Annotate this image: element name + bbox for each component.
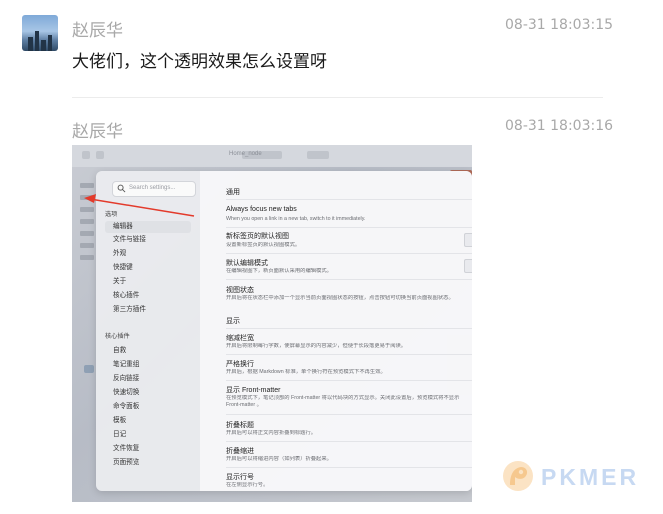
pkmer-watermark: PKMER	[501, 459, 651, 495]
screenshot-image[interactable]: Home_node Search settings... 选项 编辑器 文件与链…	[72, 145, 472, 502]
red-annotation-arrow	[84, 194, 195, 217]
message-text[interactable]: 大佬们，这个透明效果怎么设置呀	[72, 47, 327, 72]
message-timestamp: 08-31 18:03:16	[505, 118, 614, 134]
message-timestamp: 08-31 18:03:15	[505, 17, 614, 33]
pkmer-logo-icon	[503, 461, 533, 491]
chat-message: 赵辰华 08-31 18:03:15 大佬们，这个透明效果怎么设置呀	[0, 0, 663, 98]
avatar[interactable]	[22, 15, 58, 51]
sender-name: 赵辰华	[72, 21, 123, 40]
watermark-text: PKMER	[541, 464, 640, 490]
sender-name: 赵辰华	[72, 122, 123, 141]
